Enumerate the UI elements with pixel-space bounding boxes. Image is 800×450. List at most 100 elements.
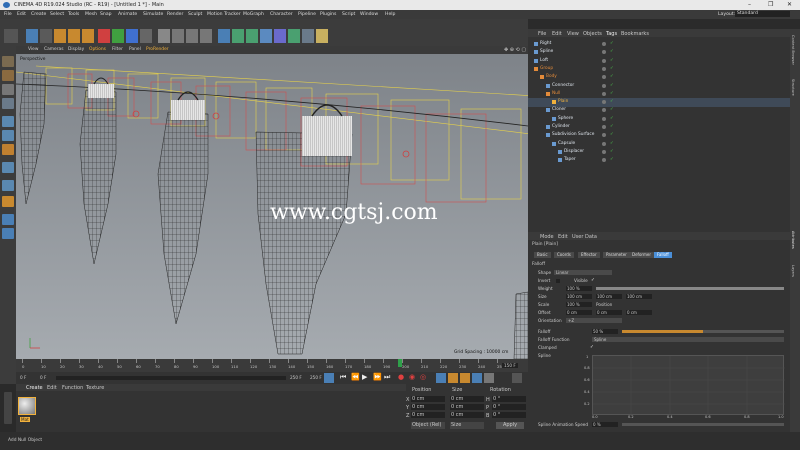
- object-row[interactable]: Loft ✓: [528, 57, 790, 66]
- weight-field[interactable]: 100 %: [566, 286, 592, 291]
- recent-tools-icon[interactable]: [82, 29, 94, 43]
- floor-icon[interactable]: [288, 29, 300, 43]
- weight-slider[interactable]: [596, 287, 784, 290]
- move-icon[interactable]: [40, 29, 52, 43]
- size-x-field[interactable]: 0 cm: [450, 396, 484, 402]
- object-row[interactable]: Cylinder ✓: [528, 123, 790, 132]
- visibility-dots-icon[interactable]: [602, 66, 606, 71]
- cloner-icon[interactable]: [260, 29, 272, 43]
- enable-check-icon[interactable]: ✓: [610, 115, 614, 124]
- position-x-field[interactable]: 0 cm: [411, 396, 445, 402]
- timeline-playhead[interactable]: [398, 359, 402, 367]
- object-row[interactable]: Displacer ✓: [528, 148, 790, 157]
- tweak-icon[interactable]: [2, 180, 14, 191]
- viewport-menu-cameras[interactable]: Cameras: [44, 47, 64, 52]
- object-row[interactable]: Null ✓: [528, 90, 790, 99]
- object-row[interactable]: Connector ✓: [528, 82, 790, 91]
- enable-check-icon[interactable]: ✓: [610, 57, 614, 66]
- viewport-menu-options[interactable]: Options: [89, 47, 106, 52]
- visibility-dots-icon[interactable]: [602, 42, 606, 46]
- make-editable-icon[interactable]: [2, 56, 14, 67]
- material-menu-function[interactable]: Function: [62, 385, 83, 391]
- material-name[interactable]: Mat: [20, 417, 30, 422]
- enable-check-icon[interactable]: ✓: [610, 90, 614, 99]
- end-frame-field[interactable]: 250 F: [310, 375, 322, 380]
- tab-basic[interactable]: Basic: [534, 252, 551, 258]
- coord-mode-select[interactable]: Object (Rel): [411, 422, 445, 429]
- goto-start-icon[interactable]: ⏮: [340, 373, 346, 382]
- subdivision-icon[interactable]: [246, 29, 258, 43]
- play-icon[interactable]: ▶: [362, 373, 367, 381]
- preview-start-field[interactable]: 0 F: [40, 375, 46, 380]
- om-menu-view[interactable]: View: [567, 31, 579, 37]
- size-z-field[interactable]: 0 cm: [450, 412, 484, 418]
- light-icon[interactable]: [316, 29, 328, 43]
- side-tab-layers[interactable]: Layers: [791, 265, 795, 277]
- enable-check-icon[interactable]: ✓: [610, 82, 614, 91]
- rotate-icon[interactable]: [68, 29, 80, 43]
- viewport-menu-display[interactable]: Display: [68, 47, 84, 52]
- offset-y-field[interactable]: 0 cm: [596, 310, 622, 315]
- y-axis-icon[interactable]: [112, 29, 124, 43]
- om-menu-tags[interactable]: Tags: [606, 31, 617, 37]
- side-tab-attributes[interactable]: Attributes: [791, 231, 795, 249]
- material-menu-edit[interactable]: Edit: [47, 385, 57, 391]
- deformer-icon[interactable]: [274, 29, 286, 43]
- menu-snap[interactable]: Snap: [100, 12, 112, 17]
- workplane-icon[interactable]: [2, 98, 14, 109]
- enable-check-icon[interactable]: ✓: [610, 123, 614, 132]
- material-menu-texture[interactable]: Texture: [86, 385, 104, 391]
- menu-help[interactable]: Help: [385, 12, 395, 17]
- rotation-p-field[interactable]: 0 °: [492, 404, 526, 410]
- menu-character[interactable]: Character: [270, 12, 293, 17]
- enable-check-icon[interactable]: ✓: [610, 40, 614, 49]
- am-menu-edit[interactable]: Edit: [558, 234, 568, 240]
- position-y-field[interactable]: 0 cm: [411, 404, 445, 410]
- menu-select[interactable]: Select: [50, 12, 64, 17]
- size-y-field[interactable]: 0 cm: [450, 404, 484, 410]
- enable-check-icon[interactable]: ✓: [610, 156, 614, 165]
- enable-check-icon[interactable]: ✓: [610, 48, 614, 57]
- object-row[interactable]: Right ✓: [528, 40, 790, 49]
- coordinate-system-icon[interactable]: [140, 29, 152, 43]
- menu-tools[interactable]: Tools: [68, 12, 79, 17]
- next-key-icon[interactable]: ⏩: [373, 373, 382, 381]
- tab-parameter[interactable]: Parameter: [603, 252, 630, 258]
- layout-select[interactable]: Standard: [735, 11, 790, 17]
- visibility-dots-icon[interactable]: [602, 149, 606, 154]
- spline-speed-slider[interactable]: [622, 423, 784, 426]
- viewport-menu-filter[interactable]: Filter: [112, 47, 123, 52]
- object-row[interactable]: Cloner ✓: [528, 106, 790, 115]
- object-row[interactable]: Subdivision Surface ✓: [528, 131, 790, 140]
- viewport-menu-panel[interactable]: Panel: [129, 47, 141, 52]
- visibility-dots-icon[interactable]: [602, 125, 606, 129]
- om-menu-objects[interactable]: Objects: [583, 31, 602, 37]
- menu-file[interactable]: File: [4, 12, 12, 17]
- texture-mode-icon[interactable]: [2, 84, 14, 95]
- menu-mograph[interactable]: MoGraph: [243, 12, 264, 17]
- menu-mesh[interactable]: Mesh: [85, 12, 97, 17]
- falloff-slider[interactable]: [622, 330, 784, 333]
- menu-edit[interactable]: Edit: [17, 12, 26, 17]
- preview-range-slider[interactable]: [56, 376, 286, 380]
- parameter-key-icon[interactable]: [472, 373, 482, 383]
- autokey-icon[interactable]: ◉: [409, 373, 415, 381]
- rotation-b-field[interactable]: 0 °: [492, 412, 526, 418]
- tab-deformer[interactable]: Deformer: [629, 252, 654, 258]
- om-menu-file[interactable]: File: [538, 31, 546, 37]
- menu-sculpt[interactable]: Sculpt: [188, 12, 202, 17]
- rotation-key-icon[interactable]: [460, 373, 470, 383]
- visibility-dots-icon[interactable]: [602, 58, 606, 63]
- position-z-field[interactable]: 0 cm: [411, 412, 445, 418]
- camera-icon[interactable]: [302, 29, 314, 43]
- menu-window[interactable]: Window: [360, 12, 378, 17]
- falloff-field[interactable]: 50 %: [592, 329, 618, 334]
- object-row[interactable]: Group ✓: [528, 65, 790, 74]
- visibility-dots-icon[interactable]: [602, 158, 606, 163]
- enable-axis-icon[interactable]: [2, 162, 14, 173]
- object-row[interactable]: Capsule ✓: [528, 140, 790, 149]
- menu-script[interactable]: Script: [342, 12, 355, 17]
- render-settings-icon[interactable]: [200, 29, 212, 43]
- menu-plugins[interactable]: Plugins: [320, 12, 336, 17]
- size-y-attr-field[interactable]: 100 cm: [596, 294, 622, 299]
